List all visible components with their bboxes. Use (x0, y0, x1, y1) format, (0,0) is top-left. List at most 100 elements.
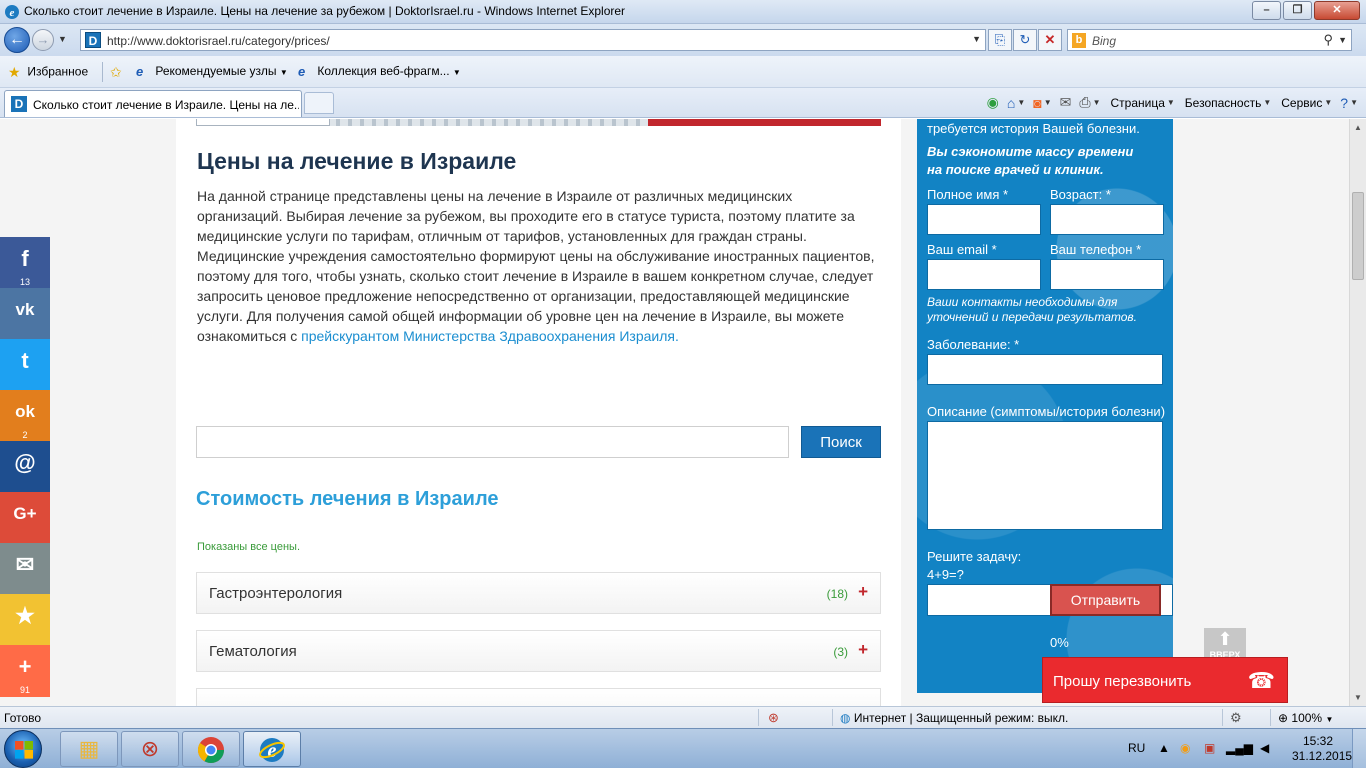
category-row[interactable] (196, 688, 881, 706)
share-favorites-button[interactable]: ★ (0, 594, 50, 646)
chevron-down-icon[interactable]: ▼ (1167, 98, 1175, 107)
vertical-scrollbar[interactable]: ▲ ▼ (1349, 119, 1366, 706)
show-hidden-icons-icon[interactable]: ▲ (1158, 741, 1170, 755)
clock[interactable]: 15:32 31.12.2015 (1292, 734, 1353, 764)
back-button[interactable]: ← (4, 27, 30, 53)
minimize-button[interactable]: – (1252, 1, 1281, 20)
chevron-down-icon[interactable]: ▼ (1093, 98, 1101, 107)
safety-filter-icon[interactable]: ◉ (987, 94, 999, 111)
zoom-level[interactable]: ⊕ 100% ▼ (1278, 711, 1333, 725)
scrollbar-thumb[interactable] (1352, 192, 1364, 280)
scroll-down-arrow-icon[interactable]: ▼ (1350, 689, 1366, 706)
privacy-report-icon[interactable]: ⊛ (768, 710, 779, 726)
signal-icon[interactable]: ▂▄▆ (1226, 741, 1253, 755)
share-odnoklassniki-button[interactable]: ok 2 (0, 390, 50, 442)
email-field[interactable] (927, 259, 1041, 290)
expand-plus-icon[interactable]: + (858, 582, 868, 602)
suggested-sites-link[interactable]: e Рекомендуемые узлы ▼ (136, 64, 288, 79)
expand-plus-icon[interactable]: + (858, 640, 868, 660)
safety-menu[interactable]: Безопасность (1185, 96, 1262, 110)
price-search-button[interactable]: Поиск (801, 426, 881, 458)
callback-request-button[interactable]: Прошу перезвонить ☎ (1042, 657, 1288, 703)
share-more-button[interactable]: +91 (0, 645, 50, 697)
refresh-icon[interactable]: ↻ (1013, 29, 1037, 51)
home-icon[interactable]: ⌂ (1007, 95, 1015, 111)
security-zone[interactable]: ◍ Интернет | Защищенный режим: выкл. (840, 711, 1068, 725)
taskbar-app-button[interactable]: ⊗ (121, 731, 179, 767)
disease-field[interactable] (927, 354, 1163, 385)
price-search-input[interactable] (196, 426, 789, 458)
rss-feed-icon[interactable]: ◙ (1033, 95, 1041, 111)
share-google-plus-button[interactable]: G+ (0, 492, 50, 544)
address-toolbar: ← → ▼ D http://www.doktorisrael.ru/categ… (0, 24, 1366, 56)
chevron-down-icon[interactable]: ▼ (1017, 98, 1025, 107)
age-field[interactable] (1050, 204, 1164, 235)
tab-bar: D Сколько стоит лечение в Израиле. Цены … (0, 88, 1366, 118)
search-placeholder: Bing (1092, 34, 1117, 48)
web-slice-gallery-link[interactable]: e Коллекция веб-фрагм... ▼ (298, 64, 461, 79)
language-indicator[interactable]: RU (1128, 741, 1145, 755)
recent-pages-dropdown-icon[interactable]: ▼ (58, 34, 67, 44)
show-desktop-button[interactable] (1352, 729, 1366, 768)
share-vkontakte-button[interactable]: vk (0, 288, 50, 340)
chevron-down-icon[interactable]: ▼ (1044, 98, 1052, 107)
category-row[interactable]: Гастроэнтерология (18) + (196, 572, 881, 614)
status-text: Готово (4, 711, 42, 725)
share-twitter-button[interactable]: t (0, 339, 50, 391)
folder-icon: ▦ (78, 736, 100, 761)
favorites-button[interactable]: ★ Избранное (8, 64, 88, 81)
address-dropdown-icon[interactable]: ▼ (972, 34, 981, 44)
search-options-dropdown-icon[interactable]: ▼ (1338, 35, 1347, 45)
chevron-down-icon[interactable]: ▼ (1350, 98, 1358, 107)
protected-mode-icon[interactable]: ⚙ (1230, 710, 1242, 726)
full-name-field[interactable] (927, 204, 1041, 235)
twitter-icon: t (21, 348, 29, 373)
help-icon[interactable]: ? (1340, 95, 1348, 111)
chevron-down-icon: ▼ (1325, 715, 1334, 724)
favorites-bar: ★ Избранное ✩ e Рекомендуемые узлы ▼ e К… (0, 56, 1366, 88)
submit-button[interactable]: Отправить (1050, 584, 1161, 616)
category-row[interactable]: Гематология (3) + (196, 630, 881, 672)
new-tab-button[interactable] (304, 92, 334, 114)
stop-icon[interactable]: ✕ (1038, 29, 1062, 51)
add-to-favorites-bar-button[interactable]: ✩ (110, 64, 126, 81)
search-input[interactable]: b Bing ⚲ ▼ (1067, 29, 1352, 51)
security-zone-label: Интернет | Защищенный режим: выкл. (853, 711, 1069, 725)
age-label: Возраст: * (1050, 187, 1111, 202)
taskbar: ▦ ⊗ e RU ▲ ◉ ▣ ▂▄▆ ◀ 15:32 31.12.2015 (0, 728, 1366, 768)
taskbar-explorer-button[interactable]: ▦ (60, 731, 118, 767)
share-email-button[interactable]: ✉ (0, 543, 50, 595)
scroll-up-arrow-icon[interactable]: ▲ (1350, 119, 1366, 136)
ministry-price-list-link[interactable]: прейскурантом Министерства Здравоохранен… (301, 328, 679, 344)
chevron-down-icon[interactable]: ▼ (1324, 98, 1332, 107)
forward-button[interactable]: → (32, 29, 54, 51)
tools-menu[interactable]: Сервис (1281, 96, 1322, 110)
tray-app-icon[interactable]: ◉ (1180, 741, 1190, 755)
chevron-down-icon[interactable]: ▼ (1263, 98, 1271, 107)
maximize-button[interactable]: ❐ (1283, 1, 1312, 20)
close-window-button[interactable]: ✕ (1314, 1, 1360, 20)
page-menu[interactable]: Страница (1110, 96, 1164, 110)
address-url[interactable]: http://www.doktorisrael.ru/category/pric… (107, 34, 330, 48)
taskbar-chrome-button[interactable] (182, 731, 240, 767)
address-input[interactable]: D http://www.doktorisrael.ru/category/pr… (80, 29, 986, 51)
share-mail-ru-button[interactable]: @ (0, 441, 50, 493)
share-facebook-button[interactable]: f 13 (0, 237, 50, 289)
volume-icon[interactable]: ◀ (1260, 741, 1269, 755)
search-icon[interactable]: ⚲ (1323, 32, 1333, 48)
start-button[interactable] (4, 730, 42, 768)
description-textarea[interactable] (927, 421, 1163, 530)
mail-icon[interactable]: ✉ (1060, 94, 1072, 111)
compatibility-view-icon[interactable]: ⎘ (988, 29, 1012, 51)
print-icon[interactable]: ⎙ (1079, 94, 1090, 111)
clock-date: 31.12.2015 (1292, 749, 1353, 763)
network-error-icon[interactable]: ▣ (1204, 741, 1215, 755)
section-title: Стоимость лечения в Израиле (196, 488, 499, 510)
share-count: 91 (19, 685, 30, 695)
taskbar-ie-button[interactable]: e (243, 731, 301, 767)
bing-icon: b (1072, 33, 1086, 48)
tab-current[interactable]: D Сколько стоит лечение в Израиле. Цены … (4, 90, 302, 117)
phone-field[interactable] (1050, 259, 1164, 290)
hero-tab (196, 119, 330, 126)
window-title: Сколько стоит лечение в Израиле. Цены на… (24, 4, 626, 18)
